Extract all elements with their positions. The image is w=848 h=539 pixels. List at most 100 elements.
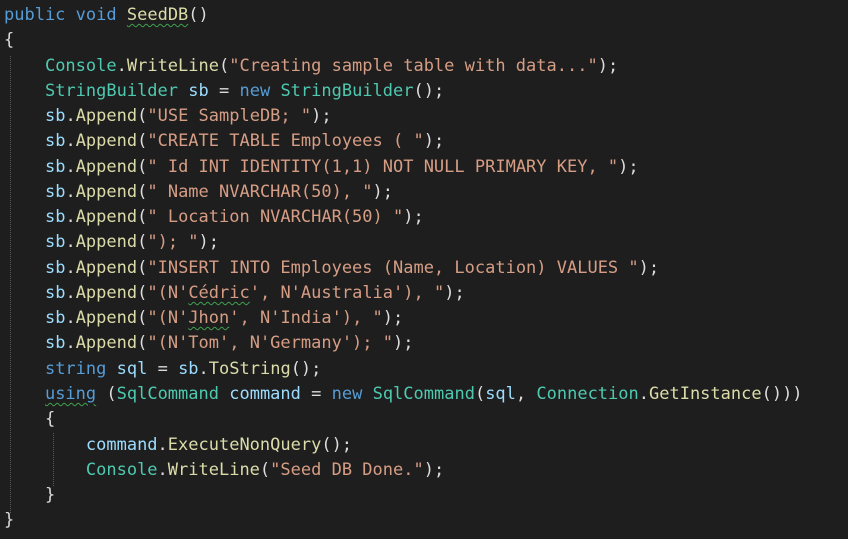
code-editor[interactable]: public void SeedDB() { Console.WriteLine… xyxy=(0,0,848,539)
code-line-16[interactable]: using (SqlCommand command = new SqlComma… xyxy=(4,382,803,407)
variable-sb: sb xyxy=(188,81,209,101)
code-line-1[interactable]: public void SeedDB() xyxy=(4,3,209,28)
string-literal: "(N'Tom', N'Germany'); " xyxy=(147,333,393,353)
dot: . xyxy=(65,106,76,126)
variable-sb: sb xyxy=(44,207,66,227)
keyword-new: new xyxy=(239,81,271,101)
dot: . xyxy=(65,157,76,177)
code-line-13[interactable]: sb.Append("(N'Jhon', N'India'), "); xyxy=(4,306,403,331)
code-line-6[interactable]: sb.Append("CREATE TABLE Employees ( "); xyxy=(4,129,444,154)
variable-sql: sql xyxy=(116,359,148,379)
code-line-5[interactable]: sb.Append("USE SampleDB; "); xyxy=(4,104,332,129)
string-literal: "Creating sample table with data..." xyxy=(229,56,598,76)
code-line-19[interactable]: Console.WriteLine("Seed DB Done."); xyxy=(4,458,444,483)
close-paren: ); xyxy=(444,283,465,303)
code-line-7[interactable]: sb.Append(" Id INT IDENTITY(1,1) NOT NUL… xyxy=(4,155,639,180)
code-line-10[interactable]: sb.Append("); "); xyxy=(4,230,219,255)
code-line-12[interactable]: sb.Append("(N'Cédric', N'Australia'), ")… xyxy=(4,281,465,306)
dot: . xyxy=(116,56,127,76)
dot: . xyxy=(65,232,76,252)
string-literal-start: "(N' xyxy=(147,283,189,303)
close-paren: ); xyxy=(638,258,660,278)
method-append: Append xyxy=(75,308,138,328)
string-literal: "CREATE TABLE Employees ( " xyxy=(147,131,424,151)
comma: , xyxy=(515,384,537,404)
method-append: Append xyxy=(75,182,138,202)
variable-sb: sb xyxy=(44,308,66,328)
string-literal-start: "(N' xyxy=(147,308,189,328)
open-paren: ( xyxy=(137,157,148,177)
code-line-20[interactable]: } xyxy=(4,483,55,508)
code-line-4[interactable]: StringBuilder sb = new StringBuilder(); xyxy=(4,79,444,104)
code-line-17[interactable]: { xyxy=(4,407,55,432)
open-paren: ( xyxy=(137,283,148,303)
string-literal: " Id INT IDENTITY(1,1) NOT NULL PRIMARY … xyxy=(147,157,619,177)
string-literal: " Name NVARCHAR(50), " xyxy=(147,182,373,202)
variable-command: command xyxy=(229,384,301,404)
code-line-3[interactable]: Console.WriteLine("Creating sample table… xyxy=(4,54,618,79)
variable-sb: sb xyxy=(44,232,66,252)
open-paren: ( xyxy=(137,131,148,151)
variable-sb: sb xyxy=(44,283,66,303)
method-append: Append xyxy=(75,157,138,177)
method-executenonquery: ExecuteNonQuery xyxy=(167,435,322,455)
dot: . xyxy=(65,283,76,303)
string-literal-end: ', N'Australia'), " xyxy=(249,283,445,303)
open-paren: ( xyxy=(218,56,230,76)
dot: . xyxy=(638,384,649,404)
method-append: Append xyxy=(75,232,138,252)
method-append: Append xyxy=(75,207,138,227)
close-paren: ); xyxy=(423,131,445,151)
method-writeline: WriteLine xyxy=(126,56,219,76)
method-append: Append xyxy=(75,333,138,353)
keyword-new: new xyxy=(331,384,363,404)
variable-sb: sb xyxy=(44,106,66,126)
string-literal: "USE SampleDB; " xyxy=(147,106,312,126)
method-name-seeddb: SeedDB xyxy=(126,5,189,25)
variable-sb: sb xyxy=(44,258,66,278)
string-literal: "Seed DB Done." xyxy=(270,460,424,480)
code-line-14[interactable]: sb.Append("(N'Tom', N'Germany'); "); xyxy=(4,331,414,356)
close-parens: ())) xyxy=(761,384,803,404)
code-line-18[interactable]: command.ExecuteNonQuery(); xyxy=(4,433,352,458)
keyword-using: using xyxy=(44,384,97,404)
class-console: Console xyxy=(44,56,117,76)
keyword-void: void xyxy=(75,5,117,25)
code-line-9[interactable]: sb.Append(" Location NVARCHAR(50) "); xyxy=(4,205,424,230)
close-paren: ); xyxy=(311,106,332,126)
open-paren: ( xyxy=(259,460,271,480)
type-stringbuilder: StringBuilder xyxy=(44,81,179,101)
close-paren: ); xyxy=(423,460,445,480)
class-connection: Connection xyxy=(536,384,639,404)
code-line-8[interactable]: sb.Append(" Name NVARCHAR(50), "); xyxy=(4,180,393,205)
variable-sb: sb xyxy=(44,157,66,177)
open-paren: ( xyxy=(137,333,148,353)
code-line-2[interactable]: { xyxy=(4,28,14,53)
close-paren: ); xyxy=(597,56,619,76)
code-line-15[interactable]: string sql = sb.ToString(); xyxy=(4,357,321,382)
close-paren: ); xyxy=(618,157,639,177)
open-paren: ( xyxy=(137,258,148,278)
open-paren: ( xyxy=(137,207,148,227)
type-stringbuilder: StringBuilder xyxy=(280,81,414,101)
method-append: Append xyxy=(75,258,138,278)
code-line-21[interactable]: } xyxy=(4,508,14,533)
dot: . xyxy=(65,207,76,227)
open-paren: ( xyxy=(137,308,148,328)
open-paren: ( xyxy=(474,384,486,404)
spelling-squiggle-word: Jhon xyxy=(188,308,230,328)
open-paren: ( xyxy=(96,384,117,404)
parens: (); xyxy=(413,81,445,101)
parens: () xyxy=(188,5,209,25)
method-writeline: WriteLine xyxy=(167,460,260,480)
dot: . xyxy=(65,131,76,151)
code-line-11[interactable]: sb.Append("INSERT INTO Employees (Name, … xyxy=(4,256,659,281)
dot: . xyxy=(198,359,209,379)
method-tostring: ToString xyxy=(208,359,291,379)
method-append: Append xyxy=(75,131,138,151)
close-paren: ); xyxy=(198,232,220,252)
spelling-squiggle-word: Cédric xyxy=(188,283,250,303)
parens: (); xyxy=(321,435,353,455)
assign: = xyxy=(300,384,332,404)
type-sqlcommand: SqlCommand xyxy=(116,384,219,404)
